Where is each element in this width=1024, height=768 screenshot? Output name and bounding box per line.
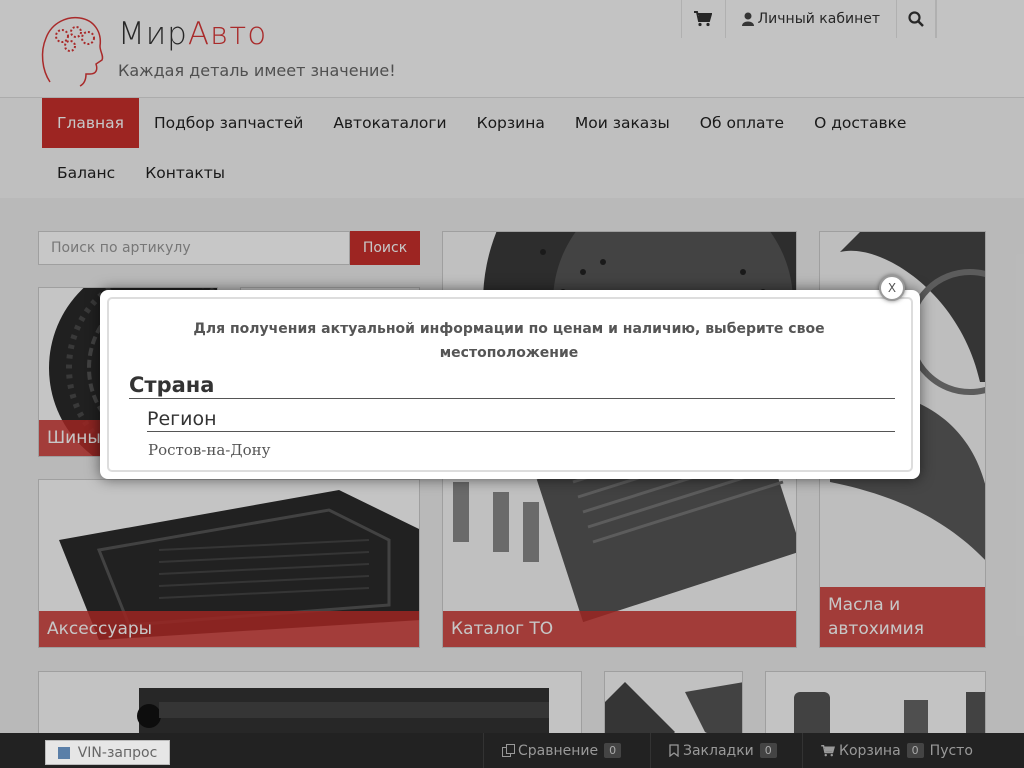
region-heading[interactable]: Регион: [147, 408, 895, 432]
bottom-cart-label: Корзина: [839, 742, 901, 759]
modal-close-button[interactable]: X: [879, 275, 905, 301]
compare-count-badge: 0: [604, 743, 622, 758]
city-option-rostov[interactable]: Ростов-на-Дону: [148, 441, 270, 459]
bookmarks-button[interactable]: Закладки 0: [650, 733, 777, 768]
vin-icon: [57, 746, 70, 759]
compare-icon: [502, 744, 515, 757]
bookmarks-count-badge: 0: [759, 743, 777, 758]
location-modal-message: Для получения актуальной информации по ц…: [193, 321, 825, 361]
cart-status-text: Пусто: [929, 742, 973, 759]
location-modal-body: Для получения актуальной информации по ц…: [107, 297, 913, 472]
cart-icon: [821, 744, 835, 756]
vin-request-label: VIN-запрос: [77, 744, 158, 761]
compare-label: Сравнение: [518, 742, 599, 759]
location-modal: Для получения актуальной информации по ц…: [100, 290, 920, 479]
vin-request-button[interactable]: VIN-запрос: [45, 740, 170, 765]
cart-count-badge: 0: [906, 743, 924, 758]
bottom-cart-button[interactable]: Корзина 0 Пусто: [802, 733, 973, 768]
compare-button[interactable]: Сравнение 0: [483, 733, 622, 768]
country-heading[interactable]: Страна: [129, 373, 895, 399]
bookmarks-label: Закладки: [683, 742, 754, 759]
bookmark-icon: [669, 744, 679, 757]
